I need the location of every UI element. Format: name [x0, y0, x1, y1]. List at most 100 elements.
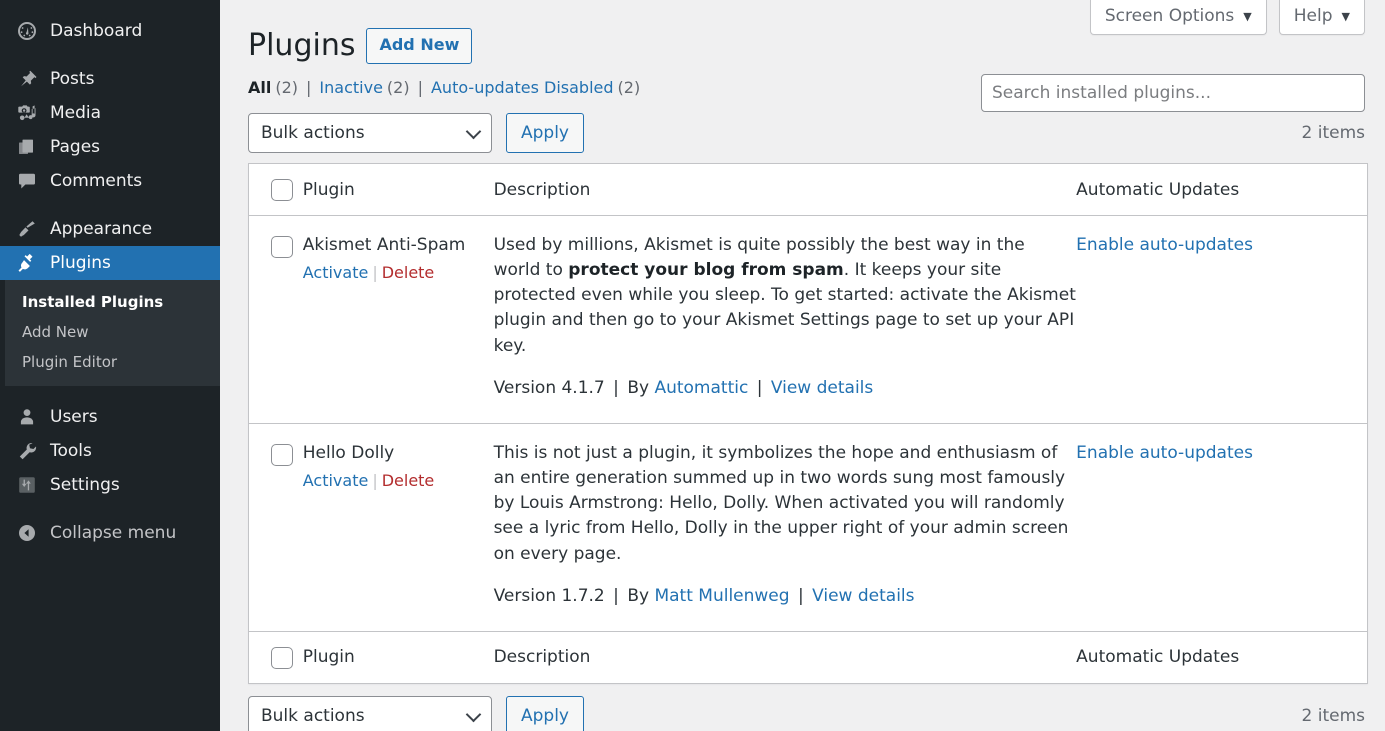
- apply-button-top[interactable]: Apply: [506, 113, 584, 153]
- delete-link-hello-dolly[interactable]: Delete: [382, 471, 435, 490]
- admin-sidebar: Dashboard Posts Media Pages Comments App…: [0, 0, 228, 731]
- menu-separator-2: [0, 198, 220, 212]
- row-checkbox-hello-dolly[interactable]: [271, 443, 293, 466]
- sidebar-item-label: Posts: [50, 68, 95, 89]
- sidebar-item-label: Comments: [50, 170, 143, 191]
- row-select-cell: [248, 215, 303, 424]
- sidebar-item-collapse-menu[interactable]: Collapse menu: [0, 516, 220, 550]
- filter-auto-updates-disabled[interactable]: Auto-updates Disabled (2): [431, 78, 640, 97]
- screen-options-button[interactable]: Screen Options ▼: [1089, 0, 1267, 35]
- pin-icon: [14, 68, 40, 90]
- sidebar-item-pages[interactable]: Pages: [0, 130, 220, 164]
- apply-button-bottom[interactable]: Apply: [506, 695, 584, 731]
- select-all-checkbox-bottom[interactable]: [271, 646, 293, 669]
- sidebar-item-label: Appearance: [50, 218, 153, 239]
- plugin-description: Used by millions, Akismet is quite possi…: [494, 233, 1077, 359]
- menu-top-spacer: [0, 0, 220, 14]
- brush-icon: [14, 218, 40, 240]
- meta-separator: |: [607, 585, 625, 606]
- sidebar-item-appearance[interactable]: Appearance: [0, 212, 220, 246]
- auto-updates-cell: Enable auto-updates: [1076, 215, 1368, 424]
- column-footer-automatic-updates: Automatic Updates: [1076, 630, 1368, 684]
- sidebar-item-users[interactable]: Users: [0, 400, 220, 434]
- select-all-header: [248, 163, 303, 216]
- enable-auto-updates-link-akismet[interactable]: Enable auto-updates: [1076, 235, 1253, 255]
- row-checkbox-akismet[interactable]: [271, 236, 293, 258]
- bulk-actions-select-top[interactable]: Bulk actions: [248, 113, 492, 153]
- column-header-automatic-updates: Automatic Updates: [1076, 163, 1368, 216]
- plugins-submenu: Installed Plugins Add New Plugin Editor: [0, 280, 220, 386]
- sidebar-item-posts[interactable]: Posts: [0, 62, 220, 96]
- settings-sliders-icon: [14, 474, 40, 496]
- sidebar-item-label: Settings: [50, 474, 120, 495]
- desc-part-1: This is not just a plugin, it symbolizes…: [493, 442, 1069, 564]
- column-header-description: Description: [493, 163, 1077, 216]
- filter-auto-updates-disabled-label[interactable]: Auto-updates Disabled: [431, 78, 614, 97]
- screen-meta-links: Screen Options ▼ Help ▼: [1089, 0, 1365, 35]
- plugin-description-text: Used by millions, Akismet is quite possi…: [494, 233, 1077, 359]
- bulk-actions-select-wrap-bottom: Bulk actions: [248, 695, 492, 731]
- meta-separator: |: [607, 377, 625, 398]
- submenu-item-installed-plugins[interactable]: Installed Plugins: [0, 287, 220, 317]
- filter-all[interactable]: All (2): [248, 78, 298, 97]
- plugin-name-cell: Akismet Anti-Spam Activate | Delete: [302, 215, 494, 424]
- sidebar-item-tools[interactable]: Tools: [0, 434, 220, 468]
- plugin-description-cell: This is not just a plugin, it symbolizes…: [493, 423, 1077, 632]
- filter-inactive-label[interactable]: Inactive: [319, 78, 383, 97]
- meta-separator: |: [751, 377, 768, 398]
- sidebar-item-settings[interactable]: Settings: [0, 468, 220, 502]
- by-label: By: [627, 585, 650, 606]
- submenu-item-add-new[interactable]: Add New: [0, 317, 220, 347]
- table-row: Akismet Anti-Spam Activate | Delete Used b…: [248, 215, 1368, 424]
- plugin-icon: [14, 252, 40, 274]
- help-label: Help: [1293, 6, 1333, 26]
- dashboard-icon: [14, 20, 40, 42]
- sidebar-item-media[interactable]: Media: [0, 96, 220, 130]
- auto-updates-cell: Enable auto-updates: [1076, 423, 1368, 632]
- main-content: Screen Options ▼ Help ▼ Plugins Add New …: [220, 0, 1385, 731]
- admin-menu-list-lower: Users Tools Settings Collapse menu: [0, 386, 220, 550]
- plugin-description-cell: Used by millions, Akismet is quite possi…: [493, 215, 1077, 424]
- delete-link-akismet[interactable]: Delete: [382, 263, 435, 282]
- activate-link-akismet[interactable]: Activate: [303, 263, 369, 282]
- plugins-table-body: Akismet Anti-Spam Activate | Delete Used b…: [248, 215, 1368, 632]
- submenu-item-plugin-editor[interactable]: Plugin Editor: [0, 347, 220, 377]
- filter-divider-1: |: [306, 78, 312, 97]
- chevron-down-icon: ▼: [1243, 9, 1252, 23]
- bulk-actions-select-bottom[interactable]: Bulk actions: [248, 695, 492, 731]
- pages-icon: [14, 136, 40, 158]
- plugin-author-link[interactable]: Automattic: [654, 378, 748, 398]
- plugin-version-text: Version 1.7.2: [493, 585, 605, 606]
- menu-separator-1: [0, 48, 220, 62]
- row-actions: Activate | Delete: [303, 469, 494, 493]
- column-footer-plugin: Plugin: [302, 630, 494, 684]
- sidebar-item-comments[interactable]: Comments: [0, 164, 220, 198]
- sidebar-item-label: Users: [50, 406, 98, 427]
- sidebar-item-plugins[interactable]: Plugins: [0, 246, 228, 280]
- add-new-button[interactable]: Add New: [366, 28, 473, 64]
- activate-link-hello-dolly[interactable]: Activate: [303, 471, 369, 490]
- plugins-table-head: Plugin Description Automatic Updates: [248, 163, 1368, 216]
- plugin-description: This is not just a plugin, it symbolizes…: [494, 441, 1077, 567]
- filter-all-count: (2): [275, 78, 299, 97]
- help-button[interactable]: Help ▼: [1278, 0, 1365, 35]
- user-icon: [14, 406, 40, 428]
- view-details-link-akismet[interactable]: View details: [771, 378, 873, 398]
- page-title: Plugins: [248, 28, 356, 63]
- plugin-author-link[interactable]: Matt Mullenweg: [654, 586, 789, 606]
- enable-auto-updates-link-hello-dolly[interactable]: Enable auto-updates: [1076, 443, 1253, 463]
- table-footer-row: Plugin Description Automatic Updates: [248, 630, 1368, 684]
- table-header-row: Plugin Description Automatic Updates: [248, 163, 1368, 216]
- select-all-checkbox-top[interactable]: [271, 179, 293, 201]
- sidebar-item-dashboard[interactable]: Dashboard: [0, 14, 220, 48]
- plugins-table: Plugin Description Automatic Updates Aki…: [248, 163, 1368, 684]
- column-footer-description: Description: [493, 630, 1077, 684]
- comments-icon: [14, 170, 40, 192]
- plugin-version-text: Version 4.1.7: [493, 377, 605, 398]
- search-input[interactable]: [981, 74, 1365, 112]
- action-separator: |: [372, 263, 378, 283]
- search-box: [981, 74, 1365, 112]
- view-details-link-hello-dolly[interactable]: View details: [812, 586, 914, 606]
- media-icon: [14, 102, 40, 124]
- filter-inactive[interactable]: Inactive (2): [319, 78, 409, 97]
